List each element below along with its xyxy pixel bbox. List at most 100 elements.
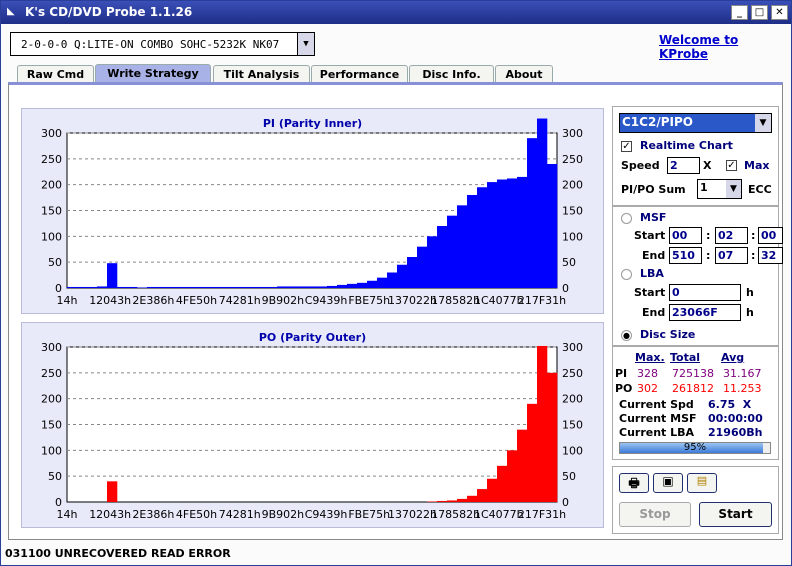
bar	[297, 286, 308, 288]
bar	[487, 182, 498, 288]
speed-input[interactable]: 2	[667, 157, 700, 174]
tab-raw-cmd[interactable]: Raw Cmd	[17, 65, 94, 83]
tab-performance[interactable]: Performance	[311, 65, 408, 83]
y-tick-label-right: 300	[562, 341, 583, 354]
app-icon: ◣	[7, 6, 15, 17]
x-tick-label: 178582h	[431, 508, 480, 521]
max-label: Max	[744, 159, 770, 172]
x-tick-label: 74281h	[219, 508, 261, 521]
open-folder-icon[interactable]: ▤	[687, 473, 717, 493]
chevron-down-icon[interactable]: ▼	[726, 180, 741, 198]
maximize-button[interactable]: □	[751, 5, 768, 20]
bar	[337, 284, 348, 288]
range-group: MSF Start 00 : 02 : 00 End 510 : 07 : 32…	[612, 206, 783, 346]
tab-disc-info[interactable]: Disc Info.	[409, 65, 494, 83]
chevron-down-icon[interactable]: ▼	[297, 33, 314, 55]
speed-unit: X	[703, 159, 712, 172]
chevron-down-icon[interactable]: ▼	[755, 114, 771, 132]
msf-end-label: End	[642, 249, 666, 262]
bar	[147, 286, 158, 288]
x-tick-label: 74281h	[219, 294, 261, 307]
bar	[497, 179, 508, 288]
pi-chart: PI (Parity Inner) 0 0 50 50 100 100 150 150 200 2…	[21, 108, 604, 314]
bar	[517, 429, 528, 502]
hex-suffix: h	[746, 286, 754, 299]
disc-size-radio[interactable]: ●	[621, 330, 632, 341]
title-bar: ◣ K's CD/DVD Probe 1.1.26 _ □ ✕	[1, 1, 791, 24]
lba-radio[interactable]	[621, 269, 632, 280]
bar	[247, 286, 258, 288]
minimize-button[interactable]: _	[731, 5, 748, 20]
x-tick-label: C9439h	[305, 294, 348, 307]
bar	[477, 187, 488, 288]
start-button[interactable]: Start	[699, 502, 772, 527]
msf-start-label: Start	[634, 229, 666, 242]
lba-start-input[interactable]: 0	[669, 284, 741, 301]
tab-tilt-analysis[interactable]: Tilt Analysis	[213, 65, 310, 83]
y-tick-label: 50	[48, 470, 62, 483]
bar	[407, 257, 418, 288]
tab-write-strategy[interactable]: Write Strategy	[95, 64, 211, 84]
stop-button[interactable]: Stop	[619, 502, 691, 527]
msf-end-sec[interactable]: 07	[715, 247, 748, 264]
msf-start-frame[interactable]: 00	[758, 227, 783, 244]
msf-start-sec[interactable]: 02	[715, 227, 748, 244]
print-icon[interactable]: 🖶	[619, 473, 649, 493]
colon: :	[706, 229, 711, 242]
lba-label: LBA	[640, 267, 664, 280]
bar	[87, 286, 98, 288]
bar	[387, 272, 398, 288]
bar	[437, 500, 448, 502]
drive-value: 2-0-0-0 Q:LITE-ON COMBO SOHC-5232K NK07	[21, 38, 280, 51]
x-tick-label: FBE75h	[348, 508, 390, 521]
bar	[447, 500, 458, 502]
max-header: Max.	[635, 351, 665, 364]
bar	[157, 286, 168, 288]
hex-suffix: h	[746, 306, 754, 319]
ecc-label: ECC	[748, 183, 772, 196]
app-window: ◣ K's CD/DVD Probe 1.1.26 _ □ ✕ 2-0-0-0 …	[0, 0, 792, 566]
pi-max: 328	[637, 367, 658, 380]
realtime-checkbox[interactable]: ✓	[621, 141, 632, 152]
y-tick-label: 100	[41, 230, 62, 243]
close-button[interactable]: ✕	[771, 5, 788, 20]
current-spd: 6.75 X	[708, 398, 752, 411]
y-tick-label-right: 150	[562, 419, 583, 432]
msf-end-min[interactable]: 510	[669, 247, 702, 264]
bar	[427, 501, 438, 502]
disc-size-label: Disc Size	[640, 328, 696, 341]
bar	[197, 286, 208, 288]
bar	[437, 226, 448, 288]
bar	[507, 450, 518, 502]
tab-about[interactable]: About	[495, 65, 553, 83]
save-icon[interactable]: ▣	[653, 473, 683, 493]
welcome-link[interactable]: Welcome to KProbe	[659, 33, 791, 61]
drive-select[interactable]: 2-0-0-0 Q:LITE-ON COMBO SOHC-5232K NK07 ▼	[10, 32, 315, 56]
msf-end-frame[interactable]: 32	[758, 247, 783, 264]
settings-group: C1C2/PIPO ▼ ✓ Realtime Chart Speed 2 X ✓ …	[612, 106, 779, 206]
y-tick-label-right: 250	[562, 367, 583, 380]
y-tick-label-right: 50	[562, 470, 576, 483]
po-chart: PO (Parity Outer) 0 0 50 50 100 100 150 150 200 2…	[21, 322, 604, 528]
x-tick-label: 4FE50h	[176, 294, 217, 307]
pi-avg: 31.167	[723, 367, 762, 380]
x-tick-label: 217F31h	[518, 508, 566, 521]
pi-total: 725138	[672, 367, 714, 380]
colon: :	[751, 249, 756, 262]
mode-select[interactable]: C1C2/PIPO ▼	[619, 113, 772, 133]
y-tick-label-right: 150	[562, 205, 583, 218]
bar	[107, 263, 118, 288]
lba-end-input[interactable]: 23066F	[669, 304, 741, 321]
sum-select[interactable]: 1 ▼	[697, 179, 742, 199]
lba-end-label: End	[642, 306, 666, 319]
msf-radio[interactable]	[621, 213, 632, 224]
bar	[127, 286, 138, 288]
x-tick-label: 9B902h	[262, 294, 305, 307]
current-lba-label: Current LBA	[619, 426, 695, 439]
max-checkbox[interactable]: ✓	[726, 160, 737, 171]
bar	[357, 282, 368, 288]
msf-start-min[interactable]: 00	[669, 227, 702, 244]
window-title: K's CD/DVD Probe 1.1.26	[25, 5, 193, 19]
bar	[487, 478, 498, 502]
bar	[457, 205, 468, 288]
